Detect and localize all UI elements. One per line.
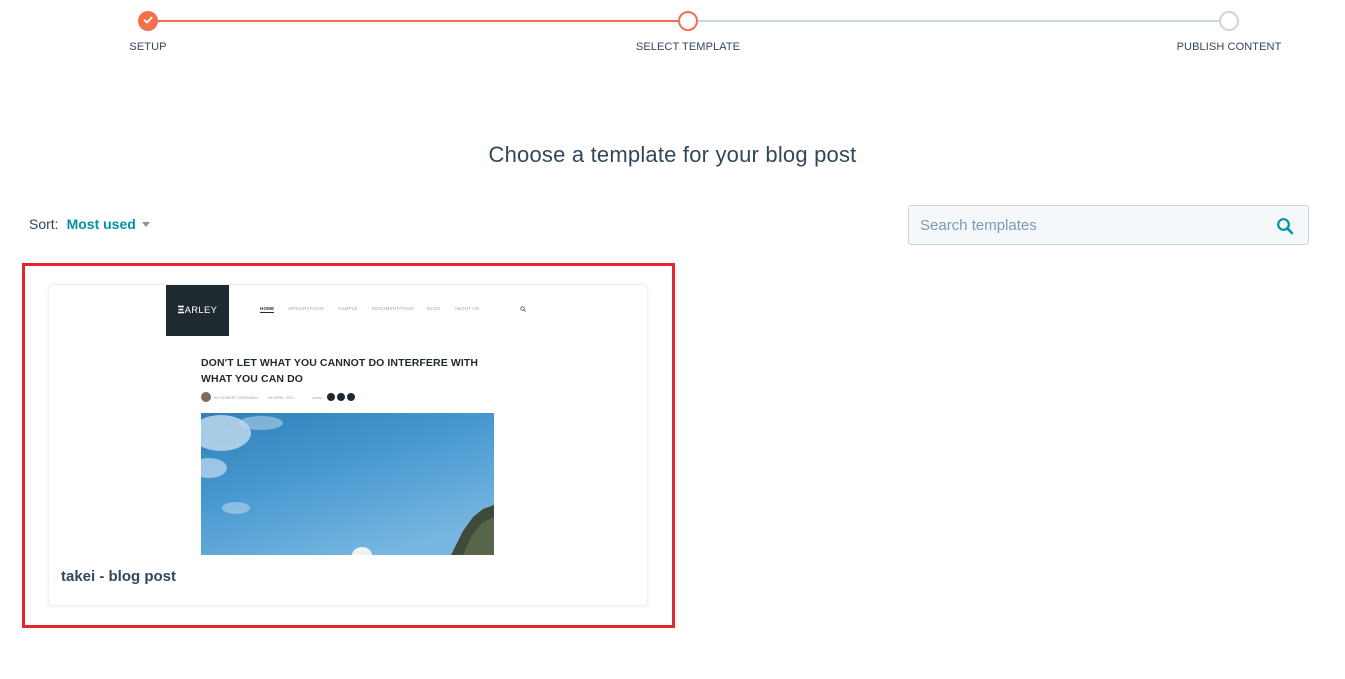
progress-track-complete: [148, 20, 688, 22]
preview-author: BY ROBERT FREEMAN: [214, 394, 258, 400]
step-select-template-label: SELECT TEMPLATE: [635, 41, 741, 53]
step-publish-content-label: PUBLISH CONTENT: [1176, 41, 1282, 53]
sort-dropdown[interactable]: Most used: [67, 216, 150, 232]
preview-nav-item: DOCUMENTATION: [371, 306, 414, 311]
sort-control: Sort: Most used: [29, 216, 150, 232]
preview-search-icon: [520, 306, 526, 312]
progress-track-pending: [688, 20, 1229, 22]
preview-date: 26 APRIL 2021: [267, 394, 295, 400]
page-title: Choose a template for your blog post: [488, 142, 857, 167]
search-box: [908, 205, 1309, 245]
template-card[interactable]: 𝚵ARLEY HOME INTEGRATIONS SAMPLE DOCUMENT…: [49, 285, 647, 605]
logo-mark: 𝚵: [177, 305, 185, 316]
template-preview-post-title: DON'T LET WHAT YOU CANNOT DO INTERFERE W…: [201, 357, 479, 385]
search-input[interactable]: [909, 206, 1269, 244]
search-icon[interactable]: [1276, 217, 1294, 235]
step-publish-content-indicator: [1219, 11, 1239, 31]
sort-label: Sort:: [29, 216, 59, 232]
caret-down-icon: [141, 221, 150, 227]
template-preview-logo: 𝚵ARLEY: [166, 285, 229, 336]
avatar: [201, 392, 211, 402]
progress-stepper: SETUP SELECT TEMPLATE PUBLISH CONTENT: [0, 0, 1345, 60]
template-preview-meta: BY ROBERT FREEMAN 26 APRIL 2021 share: [201, 392, 357, 402]
linkedin-icon: [347, 393, 356, 401]
preview-share-label: share: [312, 394, 323, 400]
facebook-icon: [337, 393, 346, 401]
template-preview-hero-image: [201, 413, 494, 555]
checkmark-icon: [143, 16, 153, 24]
template-preview-logo-text: 𝚵ARLEY: [178, 305, 217, 316]
preview-nav-item: ABOUT US: [454, 306, 480, 311]
sort-dropdown-value: Most used: [66, 216, 136, 232]
preview-nav-item: HOME: [260, 306, 275, 313]
template-name: takei - blog post: [61, 568, 177, 585]
step-setup-label[interactable]: SETUP: [129, 41, 166, 53]
preview-nav-item: SAMPLE: [338, 306, 358, 311]
step-select-template-indicator[interactable]: [678, 11, 698, 31]
logo-wordmark: ARLEY: [184, 305, 218, 316]
preview-nav-item: INTEGRATIONS: [288, 306, 325, 311]
twitter-icon: [327, 393, 336, 401]
step-setup-indicator[interactable]: [138, 11, 158, 31]
template-preview-nav: HOME INTEGRATIONS SAMPLE DOCUMENTATION B…: [260, 306, 479, 313]
preview-nav-item: BLOG: [427, 306, 441, 311]
